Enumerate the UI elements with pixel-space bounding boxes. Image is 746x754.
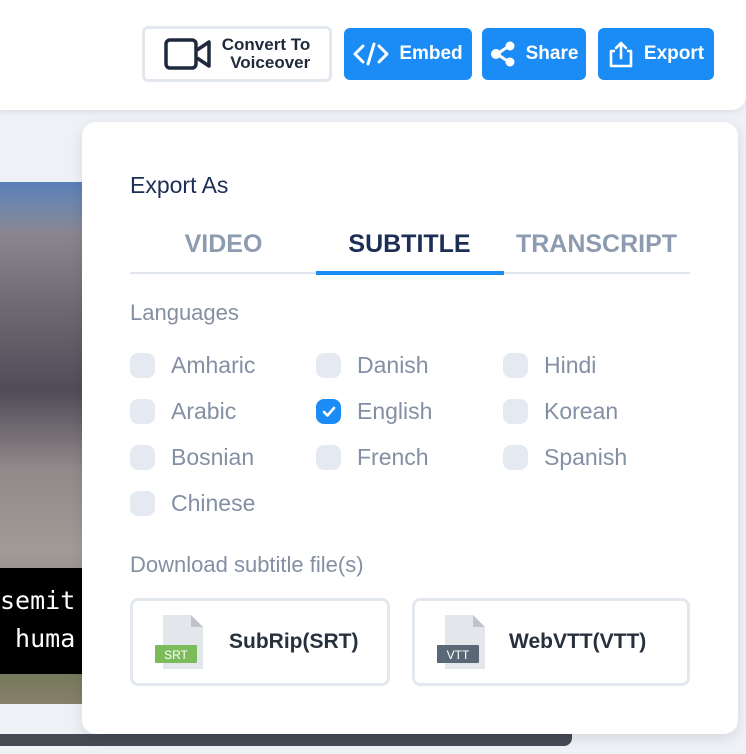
share-label: Share [525, 43, 579, 64]
language-checkbox-spanish[interactable]: Spanish [503, 444, 627, 471]
video-caption: semit huma [0, 568, 90, 674]
export-button[interactable]: Export [598, 28, 714, 80]
download-srt-button[interactable]: SRT SubRip(SRT) [130, 598, 390, 686]
convert-label-line1: Convert To [221, 35, 311, 54]
download-vtt-label: WebVTT(VTT) [509, 630, 647, 653]
download-srt-label: SubRip(SRT) [229, 630, 359, 653]
share-button[interactable]: Share [482, 28, 586, 80]
language-checkbox-chinese[interactable]: Chinese [130, 490, 255, 517]
export-tabs: VIDEO SUBTITLE TRANSCRIPT [130, 222, 690, 275]
language-label: Hindi [544, 352, 597, 378]
checkbox[interactable] [316, 445, 341, 470]
language-label: Chinese [171, 490, 256, 516]
language-checkbox-hindi[interactable]: Hindi [503, 352, 596, 379]
language-label: Spanish [544, 444, 628, 470]
language-label: Danish [357, 352, 429, 378]
caption-line-1: semit [0, 586, 76, 615]
caption-line-2: huma [0, 624, 76, 653]
svg-text:VTT: VTT [447, 648, 470, 662]
language-label: Bosnian [171, 444, 255, 470]
horizontal-scrollbar[interactable] [0, 734, 572, 746]
language-checkbox-arabic[interactable]: Arabic [130, 398, 236, 425]
vtt-file-icon: VTT [437, 615, 485, 669]
language-checkbox-bosnian[interactable]: Bosnian [130, 444, 254, 471]
language-label: Korean [544, 398, 619, 424]
language-checkbox-korean[interactable]: Korean [503, 398, 618, 425]
tab-video[interactable]: VIDEO [130, 230, 317, 259]
checkbox[interactable] [503, 399, 528, 424]
checkbox[interactable] [503, 445, 528, 470]
tab-subtitle[interactable]: SUBTITLE [316, 230, 503, 259]
export-label: Export [643, 43, 705, 64]
language-label: Amharic [171, 352, 256, 378]
download-vtt-button[interactable]: VTT WebVTT(VTT) [412, 598, 690, 686]
top-toolbar: Convert To Voiceover Embed Share Export [0, 0, 746, 110]
embed-button[interactable]: Embed [344, 28, 472, 80]
language-checkbox-english[interactable]: English [316, 398, 432, 425]
checkbox[interactable] [130, 445, 155, 470]
upload-icon [609, 41, 633, 68]
languages-label: Languages [130, 300, 239, 325]
convert-label-line2: Voiceover [230, 53, 311, 72]
checkbox[interactable] [130, 353, 155, 378]
checkbox[interactable] [130, 491, 155, 516]
tab-transcript[interactable]: TRANSCRIPT [503, 230, 690, 259]
language-checkbox-amharic[interactable]: Amharic [130, 352, 255, 379]
language-checkbox-french[interactable]: French [316, 444, 429, 471]
srt-file-icon: SRT [155, 615, 203, 669]
language-checkbox-danish[interactable]: Danish [316, 352, 429, 379]
language-label: French [357, 444, 429, 470]
share-icon [490, 41, 515, 67]
language-label: Arabic [171, 398, 237, 424]
download-label: Download subtitle file(s) [130, 552, 364, 577]
panel-title: Export As [130, 172, 229, 198]
convert-label: Convert To Voiceover [222, 36, 310, 72]
svg-text:SRT: SRT [164, 648, 188, 662]
checkbox-checked[interactable] [316, 399, 341, 424]
checkmark-icon [322, 406, 335, 417]
language-label: English [357, 398, 433, 424]
video-camera-icon [164, 38, 211, 70]
checkbox[interactable] [503, 353, 528, 378]
active-tab-indicator [316, 271, 504, 275]
code-icon [353, 42, 389, 66]
checkbox[interactable] [316, 353, 341, 378]
convert-to-voiceover-button[interactable]: Convert To Voiceover [142, 26, 332, 82]
embed-label: Embed [399, 43, 463, 64]
export-panel: Export As VIDEO SUBTITLE TRANSCRIPT Lang… [82, 122, 738, 734]
checkbox[interactable] [130, 399, 155, 424]
